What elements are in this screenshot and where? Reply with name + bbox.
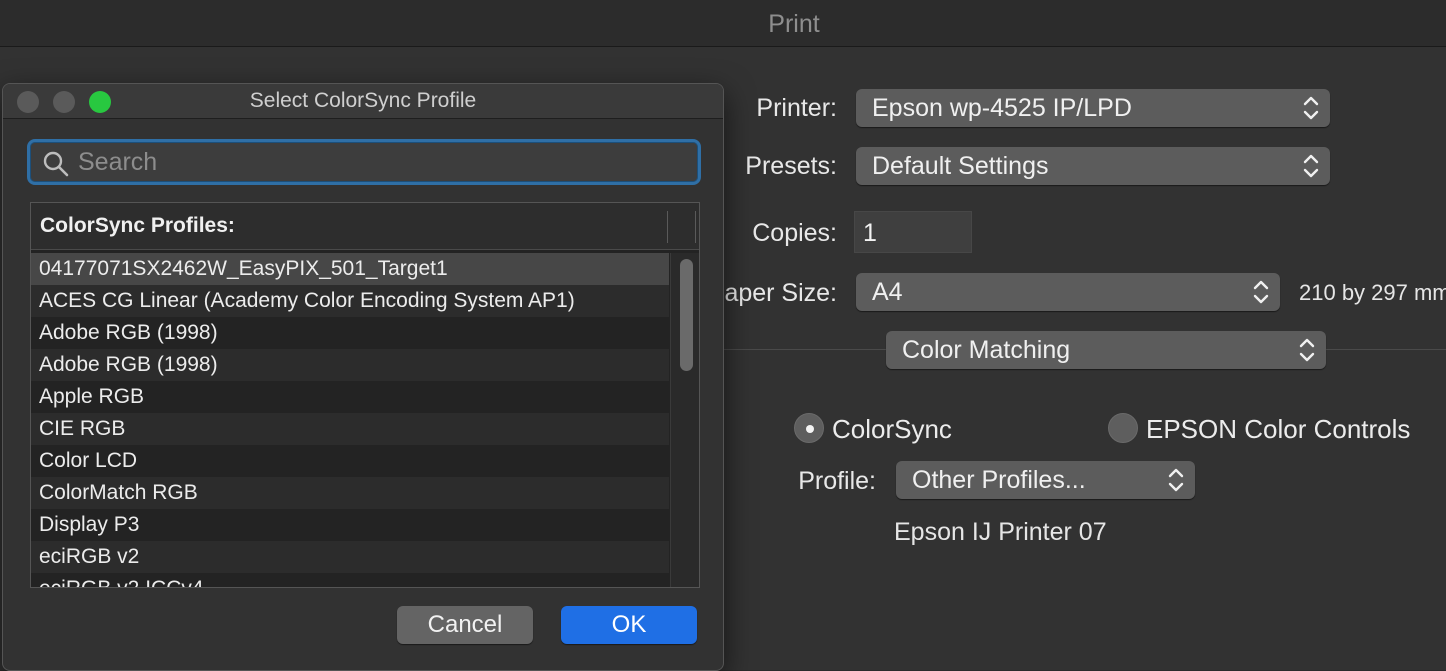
- chevron-updown-icon: [1303, 154, 1319, 178]
- list-item[interactable]: Adobe RGB (1998): [31, 349, 669, 381]
- presets-popup[interactable]: Default Settings: [856, 147, 1330, 185]
- colorsync-radio[interactable]: [794, 413, 824, 443]
- paper-size-popup[interactable]: A4: [856, 273, 1280, 311]
- select-colorsync-profile-dialog: Select ColorSync Profile Search ColorSyn…: [2, 83, 724, 671]
- profile-list: ColorSync Profiles: 04177071SX2462W_Easy…: [30, 202, 700, 588]
- profile-popup-value: Other Profiles...: [912, 466, 1086, 494]
- list-header[interactable]: ColorSync Profiles:: [31, 203, 699, 250]
- list-item[interactable]: Display P3: [31, 509, 669, 541]
- paper-size-popup-value: A4: [872, 278, 903, 306]
- list-item[interactable]: Color LCD: [31, 445, 669, 477]
- section-popup-value: Color Matching: [902, 336, 1071, 364]
- list-item[interactable]: CIE RGB: [31, 413, 669, 445]
- profile-popup[interactable]: Other Profiles...: [896, 461, 1195, 499]
- search-icon: [43, 151, 69, 177]
- chevron-updown-icon: [1299, 338, 1315, 362]
- ok-button[interactable]: OK: [561, 606, 697, 644]
- chevron-updown-icon: [1168, 468, 1184, 492]
- presets-popup-value: Default Settings: [872, 152, 1049, 180]
- epson-color-controls-label[interactable]: EPSON Color Controls: [1146, 414, 1410, 445]
- list-item[interactable]: eciRGB v2 ICCv4: [31, 573, 669, 587]
- print-title-bar: Print: [0, 0, 1446, 47]
- cancel-button[interactable]: Cancel: [397, 606, 533, 644]
- list-item[interactable]: Adobe RGB (1998): [31, 317, 669, 349]
- printer-popup[interactable]: Epson wp-4525 IP/LPD: [856, 89, 1330, 127]
- copies-field[interactable]: 1: [854, 211, 972, 253]
- printer-popup-value: Epson wp-4525 IP/LPD: [872, 94, 1132, 122]
- profile-description: Epson IJ Printer 07: [894, 518, 1107, 546]
- paper-dimensions: 210 by 297 mm: [1299, 280, 1446, 305]
- profile-label: Profile:: [798, 467, 876, 495]
- dialog-title-bar: Select ColorSync Profile: [3, 84, 723, 119]
- dialog-title: Select ColorSync Profile: [249, 89, 477, 112]
- search-placeholder: Search: [78, 148, 158, 176]
- chevron-updown-icon: [1253, 280, 1269, 304]
- section-popup[interactable]: Color Matching: [886, 331, 1326, 369]
- search-field[interactable]: Search: [27, 139, 701, 185]
- radio-selected-dot: [806, 425, 814, 433]
- list-item[interactable]: 04177071SX2462W_EasyPIX_501_Target1: [31, 253, 669, 285]
- profile-rows: 04177071SX2462W_EasyPIX_501_Target1 ACES …: [31, 253, 669, 587]
- list-item[interactable]: Apple RGB: [31, 381, 669, 413]
- print-window-title: Print: [768, 10, 820, 38]
- column-header-colorsync-profiles[interactable]: ColorSync Profiles:: [40, 203, 235, 249]
- list-item[interactable]: eciRGB v2: [31, 541, 669, 573]
- column-divider: [667, 211, 668, 243]
- list-item[interactable]: ColorMatch RGB: [31, 477, 669, 509]
- colorsync-radio-label[interactable]: ColorSync: [832, 414, 952, 445]
- epson-color-controls-radio[interactable]: [1108, 413, 1138, 443]
- chevron-updown-icon: [1303, 96, 1319, 120]
- list-item[interactable]: ACES CG Linear (Academy Color Encoding S…: [31, 285, 669, 317]
- column-divider: [695, 211, 696, 243]
- scrollbar[interactable]: [670, 253, 699, 587]
- scrollbar-thumb[interactable]: [680, 259, 693, 371]
